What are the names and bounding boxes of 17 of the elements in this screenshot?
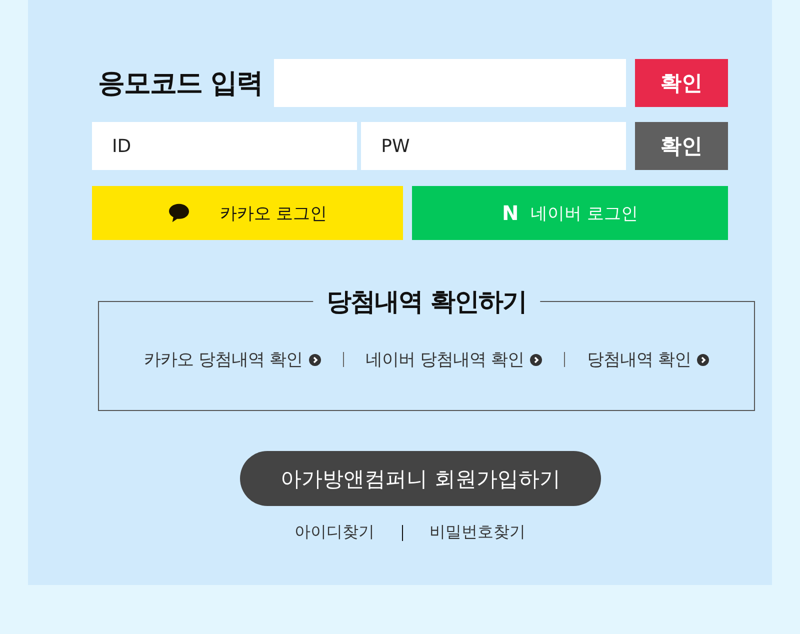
kakao-login-button[interactable]: 카카오 로그인 — [92, 186, 404, 240]
chevron-circle-icon — [530, 354, 542, 366]
signup-button[interactable]: 아가방앤컴퍼니 회원가입하기 — [240, 451, 601, 506]
chevron-circle-icon — [308, 354, 321, 366]
login-confirm-button[interactable]: 확인 — [635, 122, 728, 170]
find-link[interactable]: 비밀번호찾기 — [430, 522, 526, 543]
history-link[interactable]: 당첨내역 확인 — [586, 348, 709, 371]
history-link[interactable]: 네이버 당첨내역 확인 — [366, 348, 542, 371]
history-link[interactable]: 카카오 당첨내역 확인 — [144, 348, 321, 371]
password-input-field[interactable]: PW — [361, 122, 626, 170]
coupon-input-field[interactable] — [274, 59, 626, 107]
coupon-confirm-button[interactable]: 확인 — [634, 59, 728, 107]
id-input-field[interactable]: ID — [92, 122, 358, 170]
chevron-circle-icon — [696, 354, 709, 366]
speech-bubble-icon — [168, 203, 190, 223]
find-link[interactable]: 아이디찾기 — [294, 522, 374, 543]
coupon-label: 응모코드 입력 — [97, 67, 264, 101]
